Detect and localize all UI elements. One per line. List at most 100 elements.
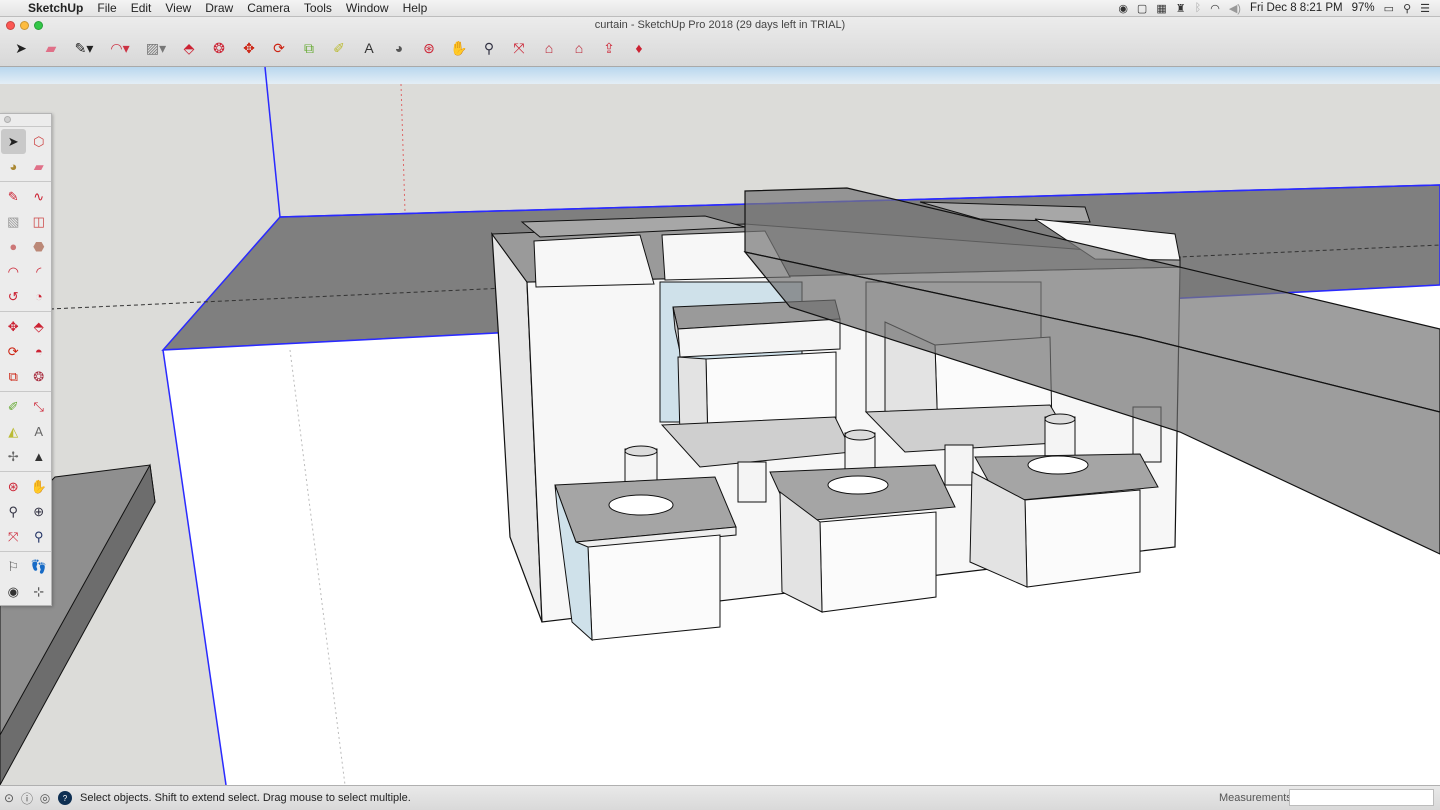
drawing-viewport[interactable] [0,67,1440,785]
menu-view[interactable]: View [165,1,191,15]
battery-percent[interactable]: 97% [1352,2,1375,14]
rotated-rectangle-icon[interactable]: ◫ [27,209,52,234]
push-pull-icon[interactable]: ⬘ [27,314,52,339]
dimension-icon[interactable]: ⤡ [27,394,52,419]
credits-icon[interactable]: ⓘ [18,789,36,807]
text-icon[interactable]: A [27,419,52,444]
zoom-extents-tool-icon[interactable]: ⤧ [504,36,534,60]
shaft-2-top [844,429,876,441]
rotate-icon[interactable]: ⟳ [1,339,26,364]
menu-window[interactable]: Window [346,1,389,15]
eraser-icon[interactable]: ▰ [27,154,52,179]
palette-row: ⤧ ⚲ [0,524,51,549]
move-icon[interactable]: ✥ [1,314,26,339]
walk-icon[interactable]: 👣 [27,554,52,579]
volume-icon[interactable]: ◀) [1229,2,1241,15]
window-title: curtain - SketchUp Pro 2018 (29 days lef… [594,19,846,31]
sky [0,67,1440,84]
user-account-icon[interactable]: ◎ [36,789,54,807]
bracket-3-box [1024,489,1141,588]
scale-icon[interactable]: ⧉ [1,364,26,389]
geo-location-icon[interactable]: ⊙ [0,789,18,807]
menu-edit[interactable]: Edit [131,1,152,15]
pan-icon[interactable]: ✋ [27,474,52,499]
palette-titlebar[interactable] [0,114,51,126]
battery-icon[interactable]: ▭ [1384,2,1394,15]
select-icon[interactable]: ➤ [1,129,26,154]
bracket-3-hole [1027,455,1089,475]
menu-tools[interactable]: Tools [304,1,332,15]
pad-1-front [533,234,655,288]
share-model-tool-icon[interactable]: ⇪ [594,36,624,60]
freehand-icon[interactable]: ∿ [27,184,52,209]
line-tool-icon[interactable]: ✎▾ [66,36,102,60]
measurements-label: Measurements [1219,792,1292,804]
bracket-1-box [587,534,721,641]
notification-center-icon[interactable]: ☰ [1420,2,1430,15]
menu-draw[interactable]: Draw [205,1,233,15]
rectangle-icon[interactable]: ▧ [1,209,26,234]
pan-tool-icon[interactable]: ✋ [444,36,474,60]
protractor-icon[interactable]: ◭ [1,419,26,444]
palette-row: ↺ ◔ [0,284,51,309]
tape-measure-tool-icon[interactable]: ✐ [324,36,354,60]
grid-icon[interactable]: ▦ [1156,2,1166,15]
camera-icon[interactable]: ◉ [1118,2,1128,15]
extension-manager-tool-icon[interactable]: ♦ [624,36,654,60]
position-camera-icon[interactable]: ⚐ [1,554,26,579]
tape-measure-icon[interactable]: ✐ [1,394,26,419]
three-point-arc-icon[interactable]: ↺ [1,284,26,309]
circle-icon[interactable]: ● [1,234,26,259]
arc-icon[interactable]: ◠ [1,259,26,284]
polygon-icon[interactable]: ⬣ [27,234,52,259]
offset-tool-icon[interactable]: ❂ [204,36,234,60]
paint-bucket-tool-icon[interactable]: ◕ [384,36,414,60]
binoculars-icon[interactable]: ♜ [1176,2,1186,15]
make-component-icon[interactable]: ⬡ [27,129,52,154]
palette-group: ➤ ⬡ ◕ ▰ [0,126,51,181]
extension-warehouse-tool-icon[interactable]: ⌂ [564,36,594,60]
menu-file[interactable]: File [97,1,116,15]
bluetooth-icon[interactable]: ᛒ [1195,2,1202,14]
text-tool-icon[interactable]: A [354,36,384,60]
rotate-tool-icon[interactable]: ⟳ [264,36,294,60]
select-tool-icon[interactable]: ➤ [6,36,36,60]
instructor-icon[interactable]: ? [58,791,72,805]
zoom-window-icon[interactable]: ⊕ [27,499,52,524]
zoom-tool-icon[interactable]: ⚲ [474,36,504,60]
push-pull-tool-icon[interactable]: ⬘ [174,36,204,60]
pie-icon[interactable]: ◔ [27,284,52,309]
status-text: Select objects. Shift to extend select. … [80,792,411,804]
app-menu[interactable]: SketchUp [28,1,83,15]
move-tool-icon[interactable]: ✥ [234,36,264,60]
two-point-arc-icon[interactable]: ◜ [27,259,52,284]
look-around-icon[interactable]: ◉ [1,579,26,604]
orbit-tool-icon[interactable]: ⊛ [414,36,444,60]
zoom-icon[interactable]: ⚲ [1,499,26,524]
measurements-input[interactable] [1289,789,1434,806]
zoom-extents-icon[interactable]: ⤧ [1,524,26,549]
scale-tool-icon[interactable]: ⧉ [294,36,324,60]
palette-close-icon[interactable] [4,116,11,123]
section-plane-icon[interactable]: ⊹ [27,579,52,604]
eraser-tool-icon[interactable]: ▰ [36,36,66,60]
axes-icon[interactable]: ✢ [1,444,26,469]
follow-me-icon[interactable]: ◓ [27,339,52,364]
warehouse-tool-icon[interactable]: ⌂ [534,36,564,60]
menu-help[interactable]: Help [403,1,428,15]
menu-camera[interactable]: Camera [247,1,290,15]
orbit-icon[interactable]: ⊛ [1,474,26,499]
shaft-1-top [624,445,658,457]
clock[interactable]: Fri Dec 8 8:21 PM [1250,2,1343,14]
model-scene[interactable] [0,67,1440,785]
paint-bucket-icon[interactable]: ◕ [1,154,26,179]
previous-view-icon[interactable]: ⚲ [27,524,52,549]
3d-text-icon[interactable]: ▲ [27,444,52,469]
screen-icon[interactable]: ▢ [1137,2,1147,15]
wifi-icon[interactable]: ◠ [1210,2,1220,15]
spotlight-icon[interactable]: ⚲ [1403,2,1411,15]
shape-tool-icon[interactable]: ▨▾ [138,36,174,60]
offset-icon[interactable]: ❂ [27,364,52,389]
line-icon[interactable]: ✎ [1,184,26,209]
arc-tool-icon[interactable]: ◠▾ [102,36,138,60]
